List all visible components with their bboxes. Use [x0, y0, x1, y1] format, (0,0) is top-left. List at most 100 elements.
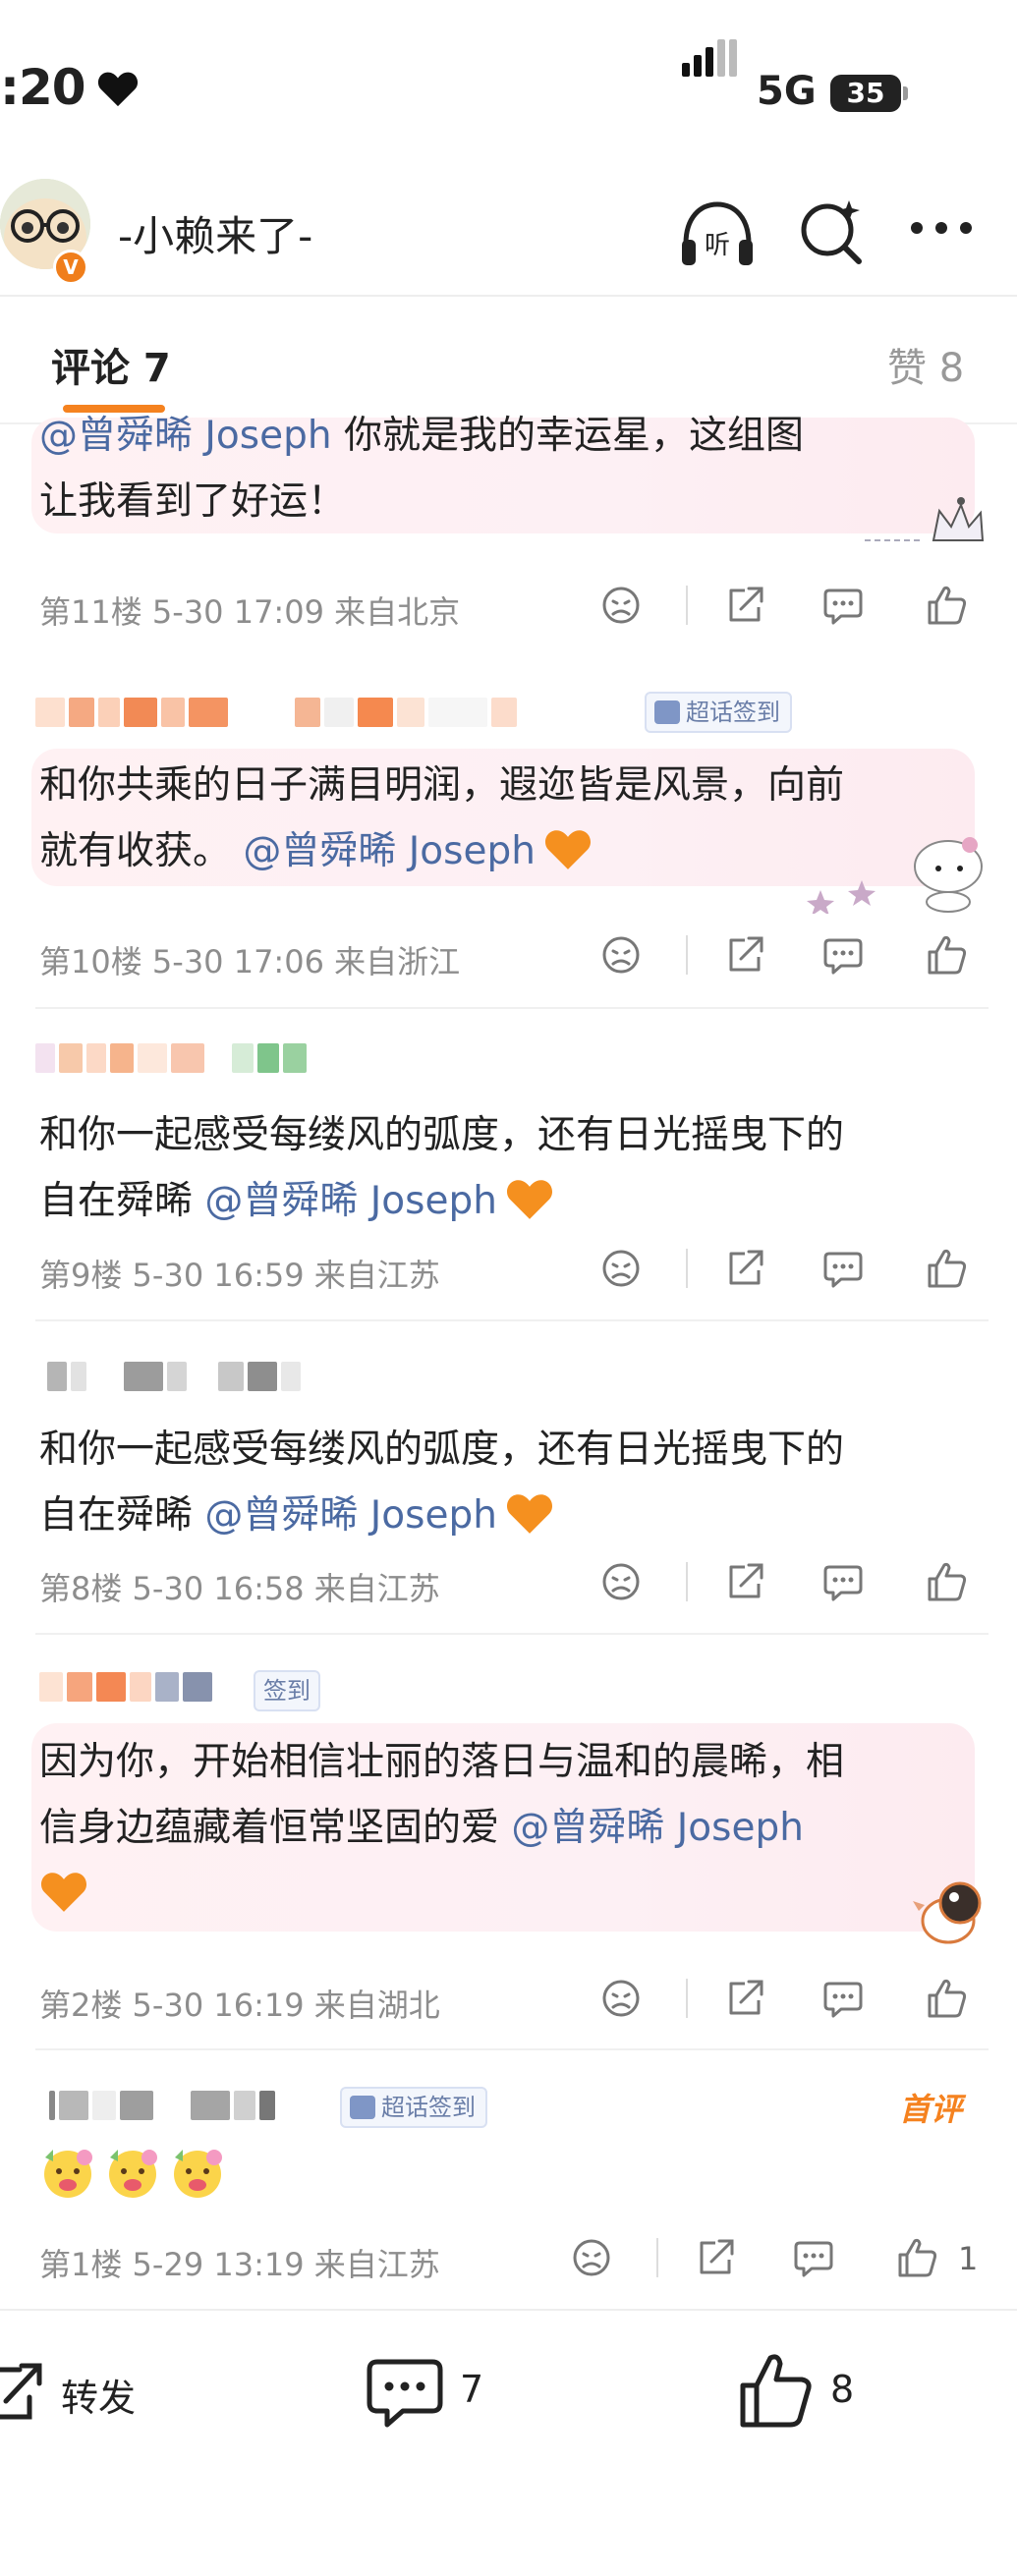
- comment-share-icon[interactable]: [723, 933, 766, 977]
- badge-label: 签到: [263, 1677, 311, 1705]
- listen-icon[interactable]: 听: [678, 198, 757, 269]
- comment-like-icon[interactable]: [926, 1977, 969, 2020]
- emoji-row: [39, 2144, 226, 2205]
- more-icon[interactable]: [909, 218, 974, 238]
- bottom-divider: [0, 2309, 1017, 2311]
- comment-reply-icon[interactable]: [821, 933, 865, 977]
- comment-reply-icon[interactable]: [821, 1560, 865, 1603]
- like-icon[interactable]: [739, 2350, 814, 2429]
- comment-reply-icon[interactable]: [792, 2236, 835, 2279]
- comment-icon[interactable]: [366, 2356, 444, 2429]
- comment-line: 和你一起感受每缕风的弧度，还有日光摇曳下的: [39, 1428, 845, 1472]
- comment-count[interactable]: 7: [460, 2368, 483, 2411]
- comment-line: 和你共乘的日子满目明润，遐迩皆是风景，向前: [39, 763, 845, 808]
- comment-like-icon[interactable]: [896, 2236, 939, 2279]
- timestamp: 5-30 16:19: [132, 1987, 305, 2024]
- location-label: 来自浙江: [334, 943, 461, 980]
- comment-meta: 第8楼 5-30 16:58 来自江苏: [39, 1564, 440, 1609]
- orange-heart-icon: [41, 1873, 86, 1912]
- share-icon[interactable]: [0, 2358, 45, 2423]
- action-separator: [686, 935, 688, 975]
- comment-dislike-icon[interactable]: [599, 1560, 643, 1603]
- floor-label: 第8楼: [39, 1570, 123, 1607]
- row-divider: [35, 1633, 989, 1635]
- comment-text: @曾舜晞 Joseph 你就是我的幸运星，这组图 让我看到了好运！: [39, 403, 973, 534]
- tab-comments[interactable]: 评论 7: [51, 336, 171, 393]
- timestamp: 5-30 16:59: [132, 1257, 305, 1294]
- comment-text: 和你一起感受每缕风的弧度，还有日光摇曳下的 自在舜晞 @曾舜晞 Joseph: [39, 1102, 973, 1234]
- comment-meta: 第1楼 5-29 13:19 来自江苏: [39, 2240, 440, 2285]
- action-separator: [686, 586, 688, 625]
- like-count[interactable]: 8: [830, 2368, 854, 2411]
- comment-share-icon[interactable]: [694, 2236, 737, 2279]
- username-blurred[interactable]: [35, 1043, 311, 1073]
- header-divider: [0, 295, 1017, 297]
- status-time: :20: [0, 59, 86, 116]
- badge-label: 超话签到: [381, 2094, 476, 2121]
- floor-label: 第2楼: [39, 1987, 123, 2024]
- username-blurred[interactable]: [47, 1362, 305, 1391]
- emoji-icon: [174, 2150, 222, 2198]
- floor-label: 第9楼: [39, 1257, 123, 1294]
- location-label: 来自北京: [334, 593, 461, 631]
- svg-text:听: 听: [705, 231, 730, 260]
- action-separator: [656, 2238, 658, 2277]
- comment-like-icon[interactable]: [926, 1560, 969, 1603]
- timestamp: 5-29 13:19: [132, 2246, 305, 2283]
- super-topic-badge: 超话签到: [645, 692, 792, 733]
- timestamp: 5-30 17:06: [151, 943, 324, 980]
- comment-dislike-icon[interactable]: [599, 584, 643, 627]
- comment-reply-icon[interactable]: [821, 1977, 865, 2020]
- username-blurred[interactable]: [35, 698, 521, 727]
- floor-label: 第1楼: [39, 2246, 123, 2283]
- mention-link[interactable]: @曾舜晞 Joseph: [243, 829, 536, 873]
- orange-heart-icon: [506, 1494, 552, 1534]
- checkin-icon: [350, 2096, 375, 2119]
- comment-share-icon[interactable]: [723, 1977, 766, 2020]
- floor-label: 第10楼: [39, 943, 142, 980]
- username-blurred[interactable]: [39, 1672, 216, 1702]
- emoji-icon: [109, 2150, 157, 2198]
- mention-link[interactable]: @曾舜晞 Joseph: [204, 1179, 497, 1223]
- checkin-icon: [654, 700, 680, 724]
- comment-share-icon[interactable]: [723, 1560, 766, 1603]
- comment-reply-icon[interactable]: [821, 1247, 865, 1290]
- timestamp: 5-30 17:09: [151, 593, 324, 631]
- comment-share-icon[interactable]: [723, 584, 766, 627]
- comment-dislike-icon[interactable]: [599, 1977, 643, 2020]
- comment-like-icon[interactable]: [926, 1247, 969, 1290]
- comment-line: 你就是我的幸运星，这组图: [331, 414, 804, 458]
- mention-link[interactable]: @曾舜晞 Joseph: [511, 1806, 804, 1850]
- action-separator: [686, 1979, 688, 2018]
- comment-share-icon[interactable]: [723, 1247, 766, 1290]
- action-separator: [686, 1249, 688, 1288]
- checkin-badge: 签到: [254, 1670, 320, 1711]
- username-blurred[interactable]: [49, 2091, 279, 2120]
- row-divider: [35, 1319, 989, 1321]
- orange-heart-icon: [506, 1180, 552, 1219]
- comment-dislike-icon[interactable]: [599, 933, 643, 977]
- comment-text: 和你一起感受每缕风的弧度，还有日光摇曳下的 自在舜晞 @曾舜晞 Joseph: [39, 1417, 973, 1548]
- tab-likes[interactable]: 赞 8: [887, 336, 964, 393]
- comment-reply-icon[interactable]: [821, 584, 865, 627]
- comment-dislike-icon[interactable]: [599, 1247, 643, 1290]
- comment-line: 自在舜晞: [39, 1179, 205, 1223]
- comment-like-icon[interactable]: [926, 584, 969, 627]
- mention-link[interactable]: @曾舜晞 Joseph: [204, 1493, 497, 1538]
- comment-dislike-icon[interactable]: [570, 2236, 613, 2279]
- share-label[interactable]: 转发: [61, 2368, 136, 2422]
- sticker-hellokitty: [807, 837, 983, 914]
- badge-label: 超话签到: [686, 699, 780, 726]
- location-label: 来自江苏: [313, 1257, 440, 1294]
- location-label: 来自江苏: [313, 1570, 440, 1607]
- row-divider: [35, 2048, 989, 2050]
- comment-meta: 第9楼 5-30 16:59 来自江苏: [39, 1251, 440, 1296]
- heart-icon: [97, 72, 139, 107]
- profile-name[interactable]: -小赖来了-: [118, 203, 312, 263]
- comment-like-icon[interactable]: [926, 933, 969, 977]
- search-icon[interactable]: [798, 196, 865, 267]
- timestamp: 5-30 16:58: [132, 1570, 305, 1607]
- comment-like-count: 1: [958, 2240, 979, 2277]
- mention-link[interactable]: @曾舜晞 Joseph: [39, 414, 332, 458]
- verified-badge: V: [53, 250, 88, 285]
